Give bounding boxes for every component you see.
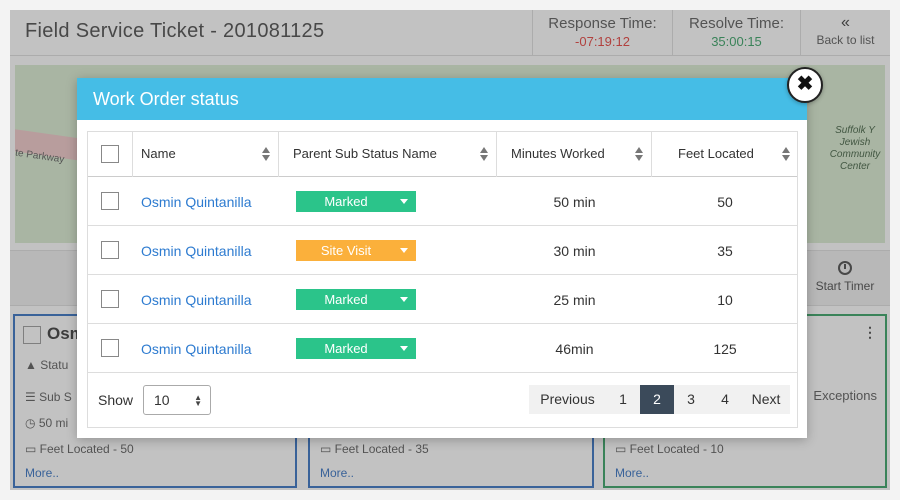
close-icon-glyph: ✖ <box>796 73 814 95</box>
modal-title: Work Order status <box>93 89 239 109</box>
table-row: Osmin Quintanilla Marked 46min 125 <box>88 324 797 373</box>
caret-down-icon <box>400 199 408 204</box>
modal-header: Work Order status <box>77 78 807 120</box>
row-checkbox[interactable] <box>101 339 119 357</box>
pagination-previous-button[interactable]: Previous <box>529 385 606 414</box>
select-all-checkbox[interactable] <box>101 145 119 163</box>
table-footer: Show 10 ▲ ▼ Previous 1 2 3 4 Next <box>88 373 797 427</box>
column-header-feet-label: Feet Located <box>678 146 754 161</box>
pagination-page-button[interactable]: 4 <box>708 385 742 414</box>
pagination: Previous 1 2 3 4 Next <box>529 385 790 414</box>
page-size-value: 10 <box>154 392 170 408</box>
column-header-minutes[interactable]: Minutes Worked <box>497 132 652 177</box>
column-header-feet[interactable]: Feet Located <box>652 132 798 177</box>
row-checkbox[interactable] <box>101 192 119 210</box>
pagination-page-button[interactable]: 2 <box>640 385 674 414</box>
select-updown-icon: ▲ ▼ <box>194 393 202 408</box>
show-entries-label: Show <box>98 392 134 408</box>
header-checkbox-cell <box>88 132 133 177</box>
column-header-status[interactable]: Parent Sub Status Name <box>279 132 497 177</box>
sort-icon[interactable] <box>262 145 270 163</box>
status-dropdown[interactable]: Site Visit <box>296 240 416 261</box>
table-row: Osmin Quintanilla Site Visit 30 min 35 <box>88 226 797 275</box>
caret-down-icon <box>400 297 408 302</box>
caret-down-icon <box>400 346 408 351</box>
table-body: Osmin Quintanilla Marked 50 min 50 Osmin Qui… <box>88 177 797 373</box>
status-dropdown-label: Site Visit <box>320 243 372 258</box>
status-dropdown[interactable]: Marked <box>296 338 416 359</box>
status-dropdown-label: Marked <box>324 341 368 356</box>
caret-down-icon <box>400 248 408 253</box>
column-header-status-label: Parent Sub Status Name <box>293 146 437 161</box>
pagination-page-button[interactable]: 3 <box>674 385 708 414</box>
status-dropdown[interactable]: Marked <box>296 289 416 310</box>
sort-icon[interactable] <box>480 145 488 163</box>
column-header-name-label: Name <box>141 146 176 161</box>
table-row: Osmin Quintanilla Marked 25 min 10 <box>88 275 797 324</box>
table-row: Osmin Quintanilla Marked 50 min 50 <box>88 177 797 226</box>
status-dropdown[interactable]: Marked <box>296 191 416 212</box>
pagination-next-button[interactable]: Next <box>742 385 790 414</box>
column-header-minutes-label: Minutes Worked <box>511 146 605 161</box>
sort-icon[interactable] <box>635 145 643 163</box>
page-size-select[interactable]: 10 ▲ ▼ <box>143 385 211 415</box>
table-header: Name Parent Sub Status Name Minutes Work… <box>88 132 797 177</box>
sort-icon[interactable] <box>782 145 790 163</box>
work-order-status-modal: Work Order status Name Parent Sub Status… <box>77 78 807 438</box>
column-header-name[interactable]: Name <box>133 132 279 177</box>
work-order-table: Name Parent Sub Status Name Minutes Work… <box>87 131 798 428</box>
close-icon[interactable]: ✖ <box>787 67 823 103</box>
row-checkbox[interactable] <box>101 290 119 308</box>
row-checkbox[interactable] <box>101 241 119 259</box>
status-dropdown-label: Marked <box>324 194 368 209</box>
status-dropdown-label: Marked <box>324 292 368 307</box>
pagination-page-button[interactable]: 1 <box>606 385 640 414</box>
